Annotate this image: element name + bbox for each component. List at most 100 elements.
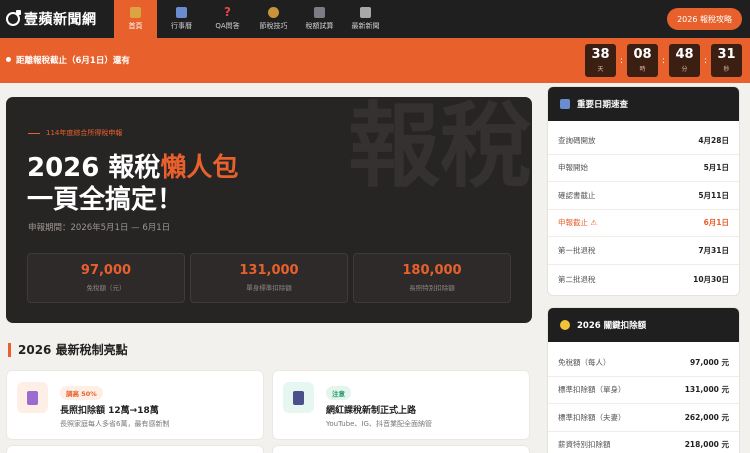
countdown-seconds: 31 秒	[711, 44, 742, 77]
separator: :	[619, 55, 624, 66]
date-value: 7月31日	[698, 245, 729, 255]
nav-label: QA問答	[215, 22, 240, 30]
card-badge: 注意	[326, 386, 351, 400]
nav-item-news[interactable]: 最新新聞	[344, 0, 387, 38]
countdown-label: 距離報稅截止（6月1日）還有	[16, 56, 130, 66]
stat-value: 131,000	[239, 263, 299, 278]
date-label: 查詢碼開放	[558, 135, 596, 145]
stat-value: 180,000	[402, 263, 462, 278]
date-value: 5月11日	[698, 190, 729, 200]
countdown-unit: 天	[597, 66, 604, 73]
card-title: 網紅課稅新制正式上路	[326, 406, 417, 416]
countdown-unit: 秒	[723, 66, 730, 73]
eyebrow-text: 114年度綜合所得稅申報	[46, 129, 123, 137]
stat-value: 97,000	[80, 263, 132, 278]
deduction-row: 薪資特別扣除額 218,000 元	[548, 432, 739, 453]
panel-title: 重要日期速查	[577, 100, 629, 110]
date-value: 10月30日	[693, 275, 729, 284]
tax-guide-button[interactable]: 2026 報稅攻略	[667, 8, 742, 30]
nav-item-calculator[interactable]: 稅額試算	[298, 0, 341, 38]
countdown-minutes: 48 分	[669, 44, 700, 77]
date-label: 第二批退稅	[558, 275, 596, 284]
nav-item-qa[interactable]: ? QA問答	[206, 0, 249, 38]
stat-label: 長照特別扣除額	[409, 284, 455, 292]
nav-label: 最新新聞	[351, 22, 380, 30]
deduction-label: 標準扣除額（單身）	[558, 385, 626, 395]
hero-banner: 報稅 114年度綜合所得稅申報 2026 報稅懶人包 一頁全搞定！ 申報期間：2…	[6, 97, 532, 323]
document-icon	[17, 382, 48, 413]
eyebrow-line	[28, 132, 40, 134]
logo-text: 壹蘋新聞網	[24, 12, 97, 28]
separator: :	[703, 55, 708, 66]
nav-label: 稅額試算	[305, 22, 334, 30]
section-accent-bar	[8, 342, 11, 357]
stat-card-exemption: 97,000 免稅額（元）	[27, 253, 185, 303]
card-badge: 調高 50%	[60, 386, 103, 400]
nav-item-calendar[interactable]: 行事曆	[160, 0, 203, 38]
stat-label: 免稅額（元）	[86, 284, 126, 292]
date-row-deadline: 申報截止 ⚠ 6月1日	[548, 210, 739, 237]
lightbulb-icon	[560, 320, 570, 330]
deduction-value: 131,000 元	[684, 385, 729, 395]
separator: :	[661, 55, 666, 66]
date-label: 申報截止 ⚠	[558, 218, 598, 228]
date-label: 申報開始	[558, 163, 588, 173]
date-row: 第一批退稅 7月31日	[548, 237, 739, 265]
countdown-unit: 分	[681, 66, 688, 73]
date-row: 申報開始 5月1日	[548, 155, 739, 182]
date-value: 6月1日	[703, 218, 729, 228]
nav-label: 節稅技巧	[259, 22, 288, 30]
stat-label: 單身標準扣除額	[246, 284, 292, 292]
date-label: 確認書截止	[558, 190, 596, 200]
phone-icon	[283, 382, 314, 413]
section-title: 2026 最新稅制亮點	[18, 343, 128, 357]
countdown-bar: 距離報稅截止（6月1日）還有 38 天 : 08 時 : 48 分 : 31 秒	[0, 38, 750, 83]
feature-card-partial[interactable]	[272, 445, 530, 453]
deduction-value: 218,000 元	[684, 440, 729, 450]
countdown-value: 48	[675, 47, 694, 62]
hero-background-text: 報稅	[347, 97, 532, 200]
date-row: 查詢碼開放 4月28日	[548, 127, 739, 155]
question-icon: ?	[224, 5, 231, 19]
card-title: 長照扣除額 12萬→18萬	[60, 406, 159, 416]
date-value: 4月28日	[698, 135, 729, 145]
calendar-icon	[176, 7, 187, 18]
deduction-row: 免稅額（每人） 97,000 元	[548, 349, 739, 377]
feature-card-influencer-tax[interactable]: 注意 網紅課稅新制正式上路 YouTube、IG、抖音業配全面納管	[272, 370, 530, 440]
pulse-dot-icon	[6, 57, 11, 62]
calculator-icon	[314, 7, 325, 18]
home-icon	[130, 7, 141, 18]
card-subtitle: YouTube、IG、抖音業配全面納管	[326, 420, 432, 428]
deduction-row: 標準扣除額（夫妻） 262,000 元	[548, 404, 739, 432]
countdown-value: 38	[591, 47, 610, 62]
deduction-row: 標準扣除額（單身） 131,000 元	[548, 377, 739, 404]
deduction-label: 免稅額（每人）	[558, 357, 611, 367]
panel-header: 2026 關鍵扣除額	[548, 308, 739, 342]
stat-card-longterm-care: 180,000 長照特別扣除額	[353, 253, 511, 303]
site-logo[interactable]: 壹蘋新聞網	[6, 9, 114, 29]
countdown-hours: 08 時	[627, 44, 658, 77]
deduction-label: 薪資特別扣除額	[558, 440, 611, 450]
stat-card-standard-deduction: 131,000 單身標準扣除額	[190, 253, 348, 303]
nav-item-home[interactable]: 首頁	[114, 0, 157, 38]
date-value: 5月1日	[703, 163, 729, 173]
date-row: 第二批退稅 10月30日	[548, 265, 739, 295]
section-heading: 2026 最新稅制亮點	[8, 341, 128, 358]
top-navbar: 壹蘋新聞網 首頁 行事曆 ? QA問答 節稅技巧 稅額試算 最新新聞 2026 …	[0, 0, 750, 38]
filing-period: 申報期間：2026年5月1日 — 6月1日	[28, 223, 171, 233]
phone-glyph	[293, 390, 304, 405]
panel-header: 重要日期速查	[548, 87, 739, 121]
deduction-value: 262,000 元	[684, 412, 729, 422]
nav-label: 行事曆	[171, 22, 192, 30]
hero-eyebrow: 114年度綜合所得稅申報	[28, 128, 122, 138]
feature-card-partial[interactable]	[6, 445, 264, 453]
countdown-days: 38 天	[585, 44, 616, 77]
nav-item-tax-tips[interactable]: 節稅技巧	[252, 0, 295, 38]
date-row: 確認書截止 5月11日	[548, 182, 739, 210]
feature-card-longterm-care[interactable]: 調高 50% 長照扣除額 12萬→18萬 長照家庭每人多省6萬，最有感新制	[6, 370, 264, 440]
important-dates-panel: 重要日期速查 查詢碼開放 4月28日 申報開始 5月1日 確認書截止 5月11日 申報…	[547, 86, 740, 296]
countdown-value: 08	[633, 47, 652, 62]
nav-label: 首頁	[128, 22, 143, 30]
calendar-icon	[560, 99, 570, 109]
date-label: 第一批退稅	[558, 245, 596, 255]
